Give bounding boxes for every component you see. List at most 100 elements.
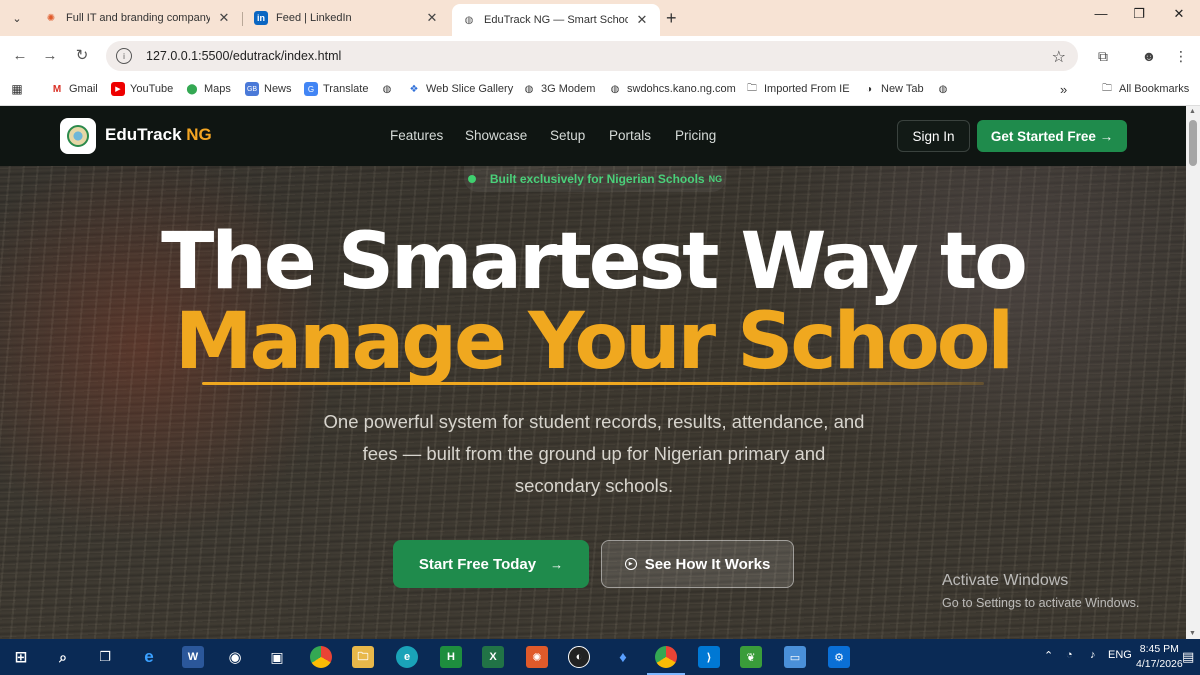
- folder-icon: 🗀: [747, 82, 757, 94]
- network-icon[interactable]: ◔: [1066, 649, 1073, 661]
- bookmark-globe[interactable]: ◍: [380, 82, 399, 96]
- remote-app-icon[interactable]: ▭: [784, 646, 806, 668]
- store-icon[interactable]: ▣: [266, 646, 288, 668]
- bookmark-web-slice-gallery[interactable]: ❖ Web Slice Gallery: [407, 82, 514, 96]
- folder-icon: 🗀: [1102, 82, 1112, 94]
- scrollbar-thumb[interactable]: [1189, 120, 1197, 166]
- excel-icon[interactable]: X: [482, 646, 504, 668]
- search-icon[interactable]: ⌕: [52, 646, 74, 668]
- bookmark-translate[interactable]: G Translate: [304, 82, 368, 96]
- back-icon[interactable]: ←: [10, 46, 30, 66]
- bookmarks-bar: ▦ M Gmail ▶ YouTube ⬤ Maps GB News G Translat…: [0, 76, 1200, 106]
- balloon-app-icon[interactable]: ♦: [612, 646, 634, 668]
- nav-showcase[interactable]: Showcase: [465, 128, 527, 143]
- extensions-icon[interactable]: ⧉: [1092, 46, 1114, 68]
- globe-icon: ◍: [610, 83, 620, 95]
- watermark-title: Activate Windows: [942, 572, 1069, 589]
- edge-icon[interactable]: e: [396, 646, 418, 668]
- get-started-button[interactable]: Get Started Free →: [977, 120, 1127, 152]
- forward-icon[interactable]: →: [40, 46, 60, 66]
- bookmark-gmail[interactable]: M Gmail: [50, 82, 98, 96]
- app-circle-icon[interactable]: ◐: [568, 646, 590, 668]
- chrome-icon[interactable]: [310, 646, 332, 668]
- task-view-icon[interactable]: ❐: [94, 646, 116, 668]
- window-close-icon[interactable]: ✕: [1164, 6, 1194, 22]
- nav-pricing[interactable]: Pricing: [675, 128, 716, 143]
- brand-name[interactable]: EduTrack NG: [105, 125, 212, 145]
- minimize-icon[interactable]: —: [1086, 6, 1116, 21]
- settings-gear-icon[interactable]: ⚙: [828, 646, 850, 668]
- site-info-icon[interactable]: i: [116, 48, 132, 64]
- bookmark-imported-from-ie[interactable]: 🗀 Imported From IE: [745, 82, 850, 96]
- watermark-subtitle: Go to Settings to activate Windows.: [942, 596, 1140, 610]
- bookmark-new-tab[interactable]: ◑ New Tab: [862, 82, 924, 96]
- nav-portals[interactable]: Portals: [609, 128, 651, 143]
- start-free-button[interactable]: Start Free Today →: [393, 540, 589, 588]
- page-scrollbar[interactable]: ▲ ▼: [1186, 106, 1200, 639]
- tab-search-icon[interactable]: ⌄: [6, 7, 28, 29]
- github-icon[interactable]: ◉: [224, 646, 246, 668]
- nav-features[interactable]: Features: [390, 128, 443, 143]
- scroll-down-icon[interactable]: ▼: [1189, 630, 1196, 637]
- restore-icon[interactable]: ❐: [1124, 6, 1154, 22]
- browser-toolbar: ← → ↻ i 127.0.0.1:5500/edutrack/index.ht…: [0, 36, 1200, 76]
- bookmark-maps[interactable]: ⬤ Maps: [185, 82, 231, 96]
- reload-icon[interactable]: ↻: [72, 46, 92, 66]
- menu-kebab-icon[interactable]: ⋮: [1170, 46, 1192, 68]
- new-tab-button[interactable]: +: [666, 8, 677, 29]
- h-app-icon[interactable]: H: [440, 646, 462, 668]
- youtube-icon: ▶: [111, 82, 125, 96]
- bookmark-star-icon[interactable]: ☆: [1052, 47, 1066, 67]
- file-explorer-icon[interactable]: 🗀: [352, 646, 374, 668]
- word-icon[interactable]: W: [182, 646, 204, 668]
- vscode-icon[interactable]: ⟩: [698, 646, 720, 668]
- spark-icon: ✺: [46, 12, 56, 24]
- all-bookmarks[interactable]: 🗀 All Bookmarks: [1100, 82, 1189, 96]
- close-icon[interactable]: ✕: [424, 10, 440, 26]
- news-icon: GB: [245, 82, 259, 96]
- bookmark-swdohcs[interactable]: ◍ swdohcs.kano.ng.com: [608, 82, 736, 96]
- language-indicator[interactable]: ENG: [1108, 649, 1132, 661]
- sign-in-button[interactable]: Sign In: [897, 120, 970, 152]
- url-text: 127.0.0.1:5500/edutrack/index.html: [146, 49, 342, 63]
- gmail-icon: M: [52, 83, 62, 95]
- close-icon[interactable]: ✕: [634, 12, 650, 28]
- see-how-it-works-button[interactable]: ▶ See How It Works: [601, 540, 794, 588]
- close-icon[interactable]: ✕: [216, 10, 232, 26]
- windows-taskbar: ⊞ ⌕ ❐ e W ◉ ▣ 🗀 e H X ✺ ◐ ♦ ⟩ ❦ ▭ ⚙ ⌃ ◔ …: [0, 639, 1200, 675]
- spark-app-icon[interactable]: ✺: [526, 646, 548, 668]
- globe-icon: ◍: [382, 83, 392, 95]
- badge-suffix: NG: [708, 174, 723, 184]
- system-clock[interactable]: 8:45 PM 4/17/2026: [1136, 642, 1183, 672]
- play-circle-icon: ▶: [624, 558, 637, 570]
- scroll-up-icon[interactable]: ▲: [1189, 108, 1196, 115]
- windows-start-icon[interactable]: ⊞: [10, 646, 32, 668]
- tab-full-it[interactable]: ✺ Full IT and branding company w ✕: [34, 4, 242, 32]
- apps-grid-icon[interactable]: ▦: [10, 82, 29, 96]
- bookmark-news[interactable]: GB News: [245, 82, 292, 96]
- bookmark-3g-modem[interactable]: ◍ 3G Modem: [522, 82, 596, 96]
- bookmark-globe-2[interactable]: ◍: [936, 82, 955, 96]
- more-bookmarks-icon[interactable]: »: [1060, 82, 1067, 97]
- arrow-right-icon: →: [550, 556, 564, 572]
- headline-underline: [202, 382, 984, 385]
- volume-icon[interactable]: ♪: [1090, 649, 1096, 661]
- browser-tab-strip: ⌄ ✺ Full IT and branding company w ✕ in …: [0, 0, 1200, 36]
- nav-setup[interactable]: Setup: [550, 128, 585, 143]
- notification-icon[interactable]: ▤: [1182, 649, 1194, 665]
- site-logo[interactable]: [60, 118, 96, 154]
- chrome-active-icon[interactable]: [647, 646, 685, 675]
- tab-edutrack[interactable]: ◍ EduTrack NG — Smart School M ✕: [452, 4, 660, 36]
- status-dot-icon: [467, 175, 476, 183]
- web-slice-icon: ❖: [409, 83, 419, 95]
- tab-title: Full IT and branding company w: [66, 12, 210, 24]
- leaf-app-icon[interactable]: ❦: [740, 646, 762, 668]
- address-bar[interactable]: i 127.0.0.1:5500/edutrack/index.html ☆: [106, 41, 1078, 71]
- edge-legacy-icon[interactable]: e: [138, 646, 160, 668]
- bookmark-youtube[interactable]: ▶ YouTube: [111, 82, 173, 96]
- tab-linkedin[interactable]: in Feed | LinkedIn ✕: [244, 4, 450, 32]
- profile-avatar-icon[interactable]: ☻: [1138, 46, 1160, 68]
- tray-chevron-icon[interactable]: ⌃: [1044, 649, 1053, 662]
- new-tab-icon: ◑: [865, 83, 873, 95]
- brand-accent: NG: [186, 125, 212, 144]
